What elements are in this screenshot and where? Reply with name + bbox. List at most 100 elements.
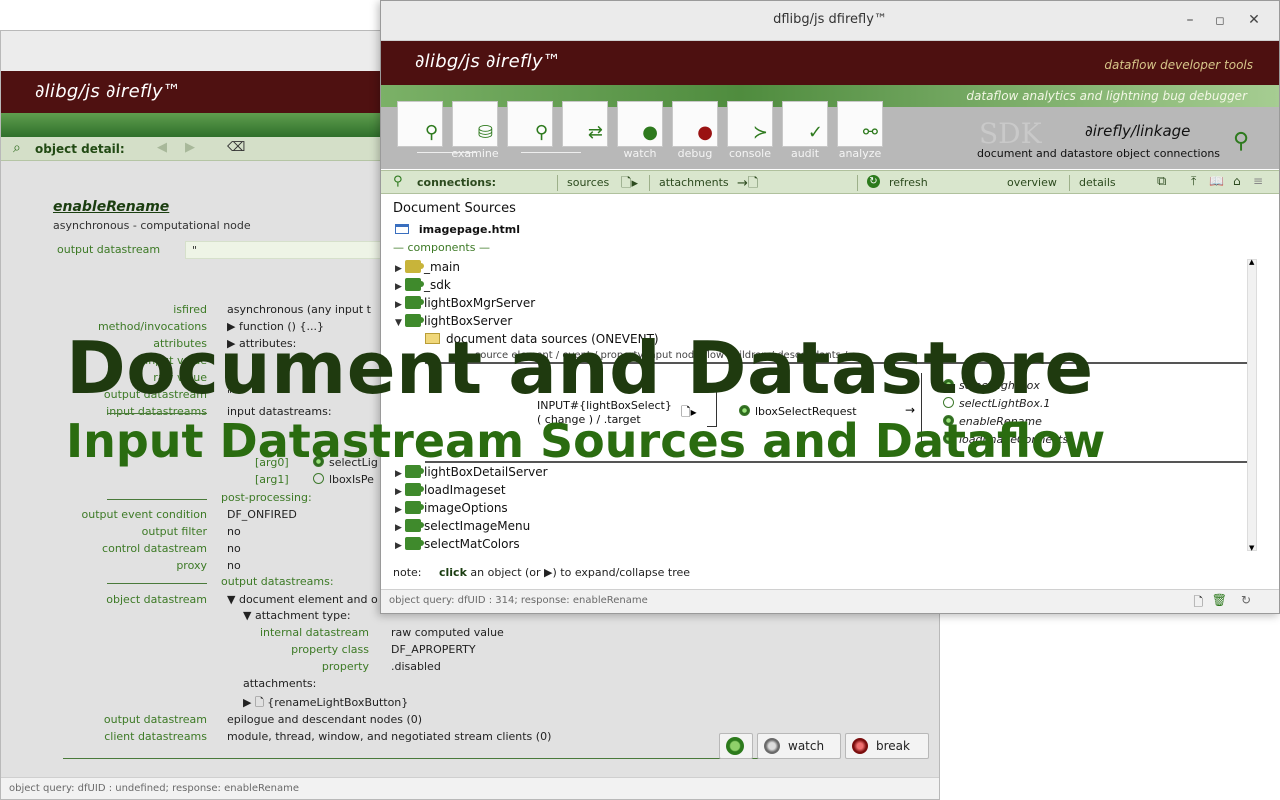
expand-triangle-icon[interactable]: ▶ [395, 541, 405, 551]
tree-item-imageOptions[interactable]: ▶ imageOptions [395, 501, 508, 515]
back-arrow-icon[interactable]: ◀ [157, 140, 175, 156]
tree-item-label: selectMatColors [424, 537, 520, 551]
output-datastream-value: " [185, 241, 385, 259]
note-text: an object (or ▶) to expand/collapse tree [466, 566, 691, 579]
expand-triangle-icon[interactable]: ▶ [395, 469, 405, 479]
expand-triangle-icon[interactable]: ▶ [395, 487, 405, 497]
tree-item-_sdk[interactable]: ▶ _sdk [395, 278, 451, 292]
attach-row-2-key: property [321, 660, 369, 673]
tree-item-_main[interactable]: ▶ _main [395, 260, 460, 274]
clear-icon[interactable]: ⌫ [227, 140, 245, 156]
note-label: note: [393, 566, 422, 579]
post-row-3-value: no [227, 559, 241, 572]
refresh-icon[interactable]: ↻ [867, 175, 880, 188]
separator [557, 175, 558, 191]
attachment-item[interactable]: ▶ 🗋 {renameLightBoxButton} [243, 694, 408, 713]
arg-value-1[interactable]: lboxIsPe [313, 473, 374, 486]
doc-sources-title: Document Sources [393, 201, 516, 216]
reload-icon[interactable]: ↻ [1241, 593, 1251, 607]
separator [1069, 175, 1070, 191]
help-book-icon[interactable]: 📖 [1209, 174, 1224, 188]
arg-label: lboxIsPe [329, 473, 374, 486]
component-icon [405, 260, 424, 273]
menu-icon[interactable]: ≡ [1253, 174, 1263, 188]
sources-tab[interactable]: sources [567, 176, 609, 189]
watch-button[interactable]: watch [757, 733, 841, 759]
attachments-icon[interactable]: →🗋 [737, 174, 758, 196]
tool-button-debug[interactable]: ● [672, 101, 718, 147]
sources-icon[interactable]: 🗋▸ [621, 174, 638, 196]
tree-scrollbar[interactable]: ▲ ▼ [1247, 258, 1257, 552]
detail-row-0-value: asynchronous (any input t [227, 303, 371, 316]
close-icon[interactable]: ✕ [1245, 12, 1263, 28]
output-datastreams-heading: output datastreams: [221, 575, 334, 588]
refresh-button[interactable] [719, 733, 753, 759]
scroll-down-icon[interactable]: ▼ [1249, 544, 1254, 552]
inspect-icon: ⚲ [534, 122, 548, 143]
tool-button-inspect[interactable]: ⚲ [507, 101, 553, 147]
component-icon [405, 501, 424, 514]
detail-label: object detail: [35, 142, 125, 156]
search-icon[interactable]: ⌕ [13, 140, 21, 156]
component-icon [405, 537, 424, 550]
front-status-text: object query: dfUID : 314; response: ena… [389, 595, 648, 606]
expand-triangle-icon[interactable]: ▶ [395, 300, 405, 310]
forward-arrow-icon[interactable]: ▶ [185, 140, 203, 156]
attachment-type[interactable]: ▼ attachment type: [243, 609, 351, 622]
tool-button-watch[interactable]: ● [617, 101, 663, 147]
output-datastream-label: output datastream [57, 243, 161, 256]
attach-row-1-value: DF_APROPERTY [391, 643, 476, 656]
expand-triangle-icon[interactable]: ▶ [395, 523, 405, 533]
post-rule [107, 499, 207, 500]
expand-triangle-icon[interactable]: ▶ [395, 282, 405, 292]
connections-label: connections: [417, 176, 497, 189]
green-dot-icon: ● [642, 122, 658, 143]
tool-button-audit[interactable]: ✓ [782, 101, 828, 147]
windows-icon[interactable]: ⧉ [1157, 174, 1166, 189]
tool-button-examine[interactable]: ⛁ [452, 101, 498, 147]
new-page-icon[interactable]: 🗋 [1193, 593, 1203, 613]
tool-button-console[interactable]: ≻ [727, 101, 773, 147]
attach-row-0-key: internal datastream [259, 626, 369, 639]
tree-item-label: selectImageMenu [424, 519, 531, 533]
expand-triangle-icon[interactable]: ▶ [395, 505, 405, 515]
divider [63, 758, 793, 759]
object-datastream-value: ▼ document element and o [227, 593, 378, 606]
graph-icon: ⚯ [862, 122, 878, 143]
refresh-arrows-icon: ⇄ [587, 122, 603, 143]
page-file-row[interactable]: imagepage.html [395, 223, 520, 236]
tool-button-analyze[interactable]: ⚯ [837, 101, 883, 147]
home-icon[interactable]: ⌂ [1233, 174, 1241, 188]
object-subtitle: asynchronous - computational node [53, 219, 251, 232]
tool-button-magnifier[interactable]: ⚲ [397, 101, 443, 147]
tree-item-label: lightBoxMgrServer [424, 296, 536, 310]
screen: ∂libg/js ∂irefly™ ⌕ object detail: ◀ ▶ ⌫… [0, 0, 1280, 800]
tree-item-loadImageset[interactable]: ▶ loadImageset [395, 483, 506, 497]
scroll-up-icon[interactable]: ▲ [1249, 258, 1254, 266]
back-brand-logo: ∂libg/js ∂irefly™ [35, 81, 182, 102]
checkmark-icon: ✓ [807, 122, 823, 143]
overview-tab[interactable]: overview [1007, 176, 1057, 189]
trash-icon[interactable]: 🗑 [1212, 593, 1227, 607]
tree-item-selectImageMenu[interactable]: ▶ selectImageMenu [395, 519, 530, 533]
maximize-icon[interactable]: ◻ [1211, 14, 1229, 27]
note-row: note: click an object (or ▶) to expand/c… [393, 566, 690, 579]
watch-dot-icon [764, 738, 780, 754]
tree-item-lightBoxMgrServer[interactable]: ▶ lightBoxMgrServer [395, 296, 535, 310]
arg-key-1: [arg1] [255, 473, 289, 486]
tree-item-selectMatColors[interactable]: ▶ selectMatColors [395, 537, 520, 551]
expand-triangle-icon[interactable]: ▶ [395, 264, 405, 274]
tool-button-refresh-arrows[interactable]: ⇄ [562, 101, 608, 147]
tail-row-1-value: module, thread, window, and negotiated s… [227, 730, 552, 743]
tail-row-0-key: output datastream [103, 713, 207, 726]
attach-row-0-value: raw computed value [391, 626, 504, 639]
sdk-watermark: SDK [979, 117, 1042, 150]
details-tab[interactable]: details [1079, 176, 1116, 189]
subtagline: dataflow analytics and lightning bug deb… [966, 89, 1247, 103]
break-button[interactable]: break [845, 733, 929, 759]
minimize-icon[interactable]: – [1181, 12, 1199, 28]
tail-row-0-value: epilogue and descendant nodes (0) [227, 713, 423, 726]
top-icon[interactable]: ⤒ [1191, 174, 1196, 189]
attachments-tab[interactable]: attachments [659, 176, 729, 189]
refresh-link[interactable]: refresh [889, 176, 928, 189]
